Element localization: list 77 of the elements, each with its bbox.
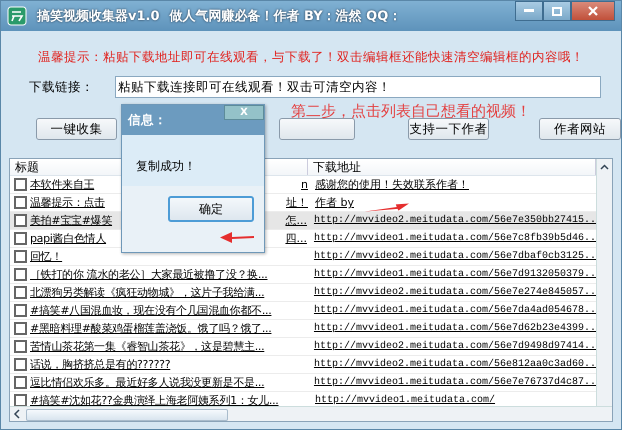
action-button[interactable] xyxy=(278,118,355,140)
row-checkbox[interactable] xyxy=(14,214,27,227)
video-url[interactable]: http://mvvideo2.meitudata.com/56e812aa0c3ad60.. xyxy=(308,359,596,370)
video-title[interactable]: 北漂狗另类解读《疯狂动物城》，这片子我给满... xyxy=(30,285,264,300)
video-title[interactable]: papi酱白色情人 xyxy=(30,231,106,246)
video-title[interactable]: 苦情山茶花第一集《睿智山茶花》，这是碧慧主... xyxy=(30,339,264,354)
hint-text: 温馨提示：粘贴下载地址即可在线观看，与下载了！双击编辑框还能快速清空编辑框的内容哦！ xyxy=(37,49,585,66)
maximize-button[interactable] xyxy=(543,1,571,21)
video-title[interactable]: ［铁打的你 流水的老公］大家最近被撸了没？换... xyxy=(30,267,268,282)
video-title-end[interactable]: 四... xyxy=(285,231,309,246)
video-url[interactable]: http://mvvideo1.meitudata.com/56e7c8fb39b5d46.. xyxy=(308,233,596,244)
row-checkbox[interactable] xyxy=(14,286,27,299)
link-label: 下载链接： xyxy=(29,78,95,96)
action-button[interactable]: 作者网站 xyxy=(539,118,621,140)
video-url[interactable]: 感谢您的使用！失效联系作者！ xyxy=(310,177,469,192)
row-checkbox[interactable] xyxy=(14,304,27,317)
video-url[interactable]: http://mvvideo1.meitudata.com/56e7d62b23e4399.. xyxy=(308,323,596,334)
video-url[interactable]: http://mvvideo1.meitudata.com/56e7da4ad054678.. xyxy=(308,305,596,316)
video-url[interactable]: http://mvvideo2.meitudata.com/56e7e350bb27415.. xyxy=(308,215,596,226)
row-checkbox[interactable] xyxy=(14,232,27,245)
arrow-icon xyxy=(220,230,254,244)
row-checkbox[interactable] xyxy=(14,250,27,263)
list-row[interactable]: 回忆！ http://mvvideo2.meitudata.com/56e7dbaf0cb3125.. xyxy=(10,248,596,266)
video-url[interactable]: http://mvvideo2.meitudata.com/56e7d9498d97414.. xyxy=(308,341,596,352)
video-title[interactable]: 回忆！ xyxy=(30,249,62,264)
scroll-up-icon[interactable] xyxy=(600,164,609,170)
ok-button[interactable]: 确定 xyxy=(168,196,254,222)
list-row[interactable]: 话说，胸挤挤总是有的?????? http://mvvideo2.meitudata.com/56e812aa0c3ad60.. xyxy=(10,356,596,374)
row-checkbox[interactable] xyxy=(14,178,27,191)
dialog-title: 信息： xyxy=(128,112,167,129)
minimize-icon xyxy=(524,9,534,13)
video-title[interactable]: 本软件来自王 xyxy=(30,177,94,192)
row-checkbox[interactable] xyxy=(14,268,27,281)
list-row[interactable]: #搞笑#八国混血妆，现在没有个几国混血你都不... http://mvvideo1.meitudata.com/56e7da4ad054678.. xyxy=(10,302,596,320)
arrow-icon xyxy=(365,203,409,212)
maximize-icon xyxy=(552,6,562,16)
scrollbar-thumb[interactable] xyxy=(26,409,228,421)
video-title[interactable]: 逗比情侣欢乐多。最近好多人说我没更新是不是... xyxy=(30,375,264,390)
video-title[interactable]: #黑暗料理#酸菜鸡蛋榴莲盖浇饭。饿了吗？饿了... xyxy=(30,321,272,336)
video-url[interactable]: http://mvvideo2.meitudata.com/56e7e274e845057.. xyxy=(308,287,596,298)
row-checkbox[interactable] xyxy=(14,394,27,407)
row-checkbox[interactable] xyxy=(14,196,27,209)
row-checkbox[interactable] xyxy=(14,322,27,335)
list-row[interactable]: ［铁打的你 流水的老公］大家最近被撸了没？换... http://mvvideo1.meitudata.com/56e7d9132050379.. xyxy=(10,266,596,284)
video-url[interactable]: http://mvvideo1.meitudata.com/56e7d9132050379.. xyxy=(308,269,596,280)
action-button[interactable]: 一键收集 xyxy=(36,118,117,140)
link-input[interactable]: 粘贴下载连接即可在线观看！双击可清空内容！ xyxy=(115,76,601,98)
horizontal-scrollbar[interactable] xyxy=(10,406,612,421)
video-title-end[interactable]: 怎... xyxy=(285,213,309,228)
row-checkbox[interactable] xyxy=(14,340,27,353)
dialog-message: 复制成功！ xyxy=(136,159,196,173)
action-button[interactable]: 支持一下作者 xyxy=(408,118,490,140)
video-url[interactable]: http://mvvideo1.meitudata.com/ xyxy=(310,395,496,406)
annotation-text: 第二步，点击列表自己想看的视频！ xyxy=(291,102,531,121)
video-title-end[interactable]: n xyxy=(301,178,310,191)
video-title[interactable]: #搞笑#八国混血妆，现在没有个几国混血你都不... xyxy=(30,303,272,318)
video-title[interactable]: 话说，胸挤挤总是有的?????? xyxy=(30,357,170,372)
window-title: 搞笑视频收集器v1.0 xyxy=(37,8,160,25)
video-url[interactable]: 作者 by xyxy=(310,195,354,210)
vertical-scrollbar[interactable] xyxy=(596,159,612,407)
close-icon xyxy=(588,6,598,16)
list-row[interactable]: 北漂狗另类解读《疯狂动物城》，这片子我给满... http://mvvideo2.meitudata.com/56e7e274e845057.. xyxy=(10,284,596,302)
video-title-end[interactable]: 址！ xyxy=(286,195,310,210)
row-checkbox[interactable] xyxy=(14,358,27,371)
list-row[interactable]: #黑暗料理#酸菜鸡蛋榴莲盖浇饭。饿了吗？饿了... http://mvvideo1.meitudata.com/56e7d62b23e4399.. xyxy=(10,320,596,338)
video-url[interactable]: http://mvvideo1.meitudata.com/56e7e76737d4c87.. xyxy=(308,377,596,388)
video-title[interactable]: 温馨提示：点击 xyxy=(30,195,105,210)
video-title[interactable]: 美拍#宝宝#爆笑 xyxy=(30,213,112,228)
list-row[interactable]: 逗比情侣欢乐多。最近好多人说我没更新是不是... http://mvvideo1.meitudata.com/56e7e76737d4c87.. xyxy=(10,374,596,392)
list-row[interactable]: 苦情山茶花第一集《睿智山茶花》，这是碧慧主... http://mvvideo2.meitudata.com/56e7d9498d97414.. xyxy=(10,338,596,356)
app-logo-icon xyxy=(7,6,27,26)
video-title[interactable]: #搞笑#沈如花??金典演绎上海老阿姨系列1：女儿... xyxy=(30,393,278,408)
row-checkbox[interactable] xyxy=(14,376,27,389)
close-button[interactable] xyxy=(571,1,615,21)
minimize-button[interactable] xyxy=(515,1,543,21)
window-subtitle: 做人气网赚必备！作者 BY：浩然 QQ： xyxy=(170,8,402,25)
video-url[interactable]: http://mvvideo2.meitudata.com/56e7dbaf0cb3125.. xyxy=(308,251,596,262)
